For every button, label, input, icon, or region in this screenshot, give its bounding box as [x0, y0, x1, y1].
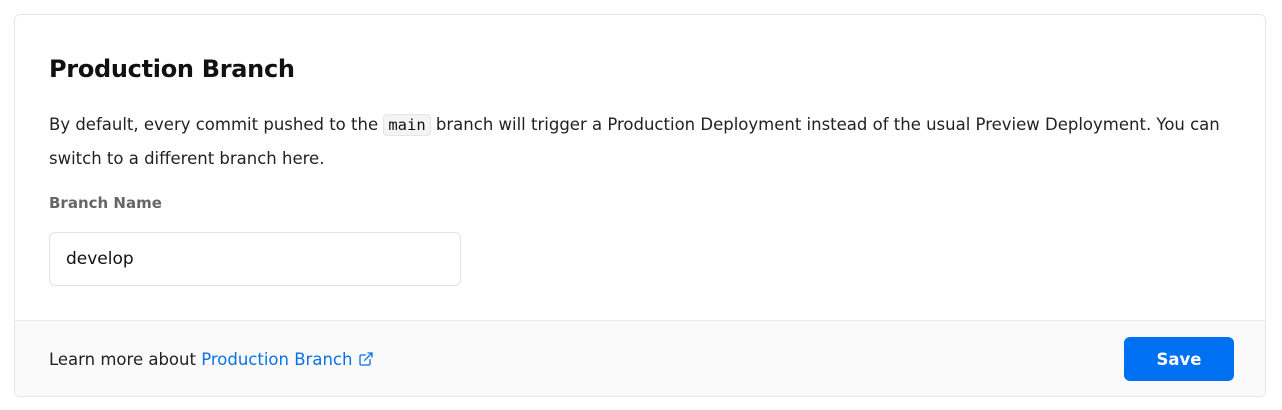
branch-name-label: Branch Name: [49, 194, 162, 212]
card-body: Production Branch By default, every comm…: [15, 15, 1265, 320]
production-branch-docs-link[interactable]: Production Branch: [201, 350, 374, 369]
production-branch-card: Production Branch By default, every comm…: [14, 14, 1266, 397]
description-text-before: By default, every commit pushed to the: [49, 115, 384, 134]
section-description: By default, every commit pushed to the m…: [49, 108, 1229, 176]
learn-more-prefix: Learn more about: [49, 350, 202, 369]
card-footer: Learn more about Production Branch Save: [15, 320, 1265, 396]
branch-name-input[interactable]: [49, 232, 461, 286]
save-button[interactable]: Save: [1124, 337, 1234, 381]
external-link-icon: [358, 351, 374, 371]
learn-more-text: Learn more about Production Branch: [49, 350, 374, 371]
section-title: Production Branch: [49, 55, 295, 83]
docs-link-label: Production Branch: [201, 350, 353, 369]
branch-code-main: main: [383, 114, 431, 136]
